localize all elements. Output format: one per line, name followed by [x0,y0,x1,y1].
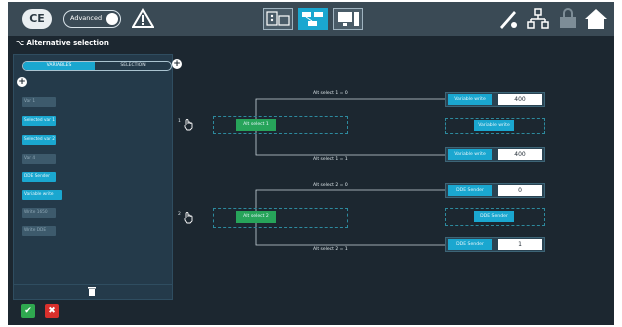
group-number: 2 [178,212,181,217]
alt-select-node[interactable]: Alt select 1 [236,119,276,131]
hand-pointer-icon [184,212,193,224]
confirm-button[interactable]: ✔ [21,304,35,318]
selector-slot [213,208,348,228]
target-variable[interactable]: DDE Sender [448,239,492,250]
hand-pointer-icon [184,119,193,131]
target-variable[interactable]: DDE Sender [448,185,492,196]
target-variable[interactable]: Variable write [448,149,492,160]
alt-select-node[interactable]: Alt select 2 [236,211,276,223]
target-variable[interactable]: Variable write [448,94,492,105]
selector-slot [213,116,348,134]
branch-label: Alt select 2 = 0 [313,183,348,188]
app-window: CE Advanced ⌥ Alternative selection VARI… [8,2,614,325]
assignment-row: Variable write 400 [445,147,545,162]
branch-label: Alt select 1 = 0 [313,91,348,96]
assignment-row: DDE Sender 0 [445,183,545,198]
branch-label: Alt select 1 = 1 [313,157,348,162]
connector-lines [255,98,445,246]
assignment-row: DDE Sender 1 [445,237,545,252]
value-input[interactable]: 1 [498,239,542,250]
cancel-button[interactable]: ✖ [45,304,59,318]
value-input[interactable]: 400 [498,149,542,160]
target-variable[interactable]: DDE Sender [474,211,514,222]
value-input[interactable]: 0 [498,185,542,196]
group-number: 1 [178,119,181,124]
branch-label: Alt select 2 = 1 [313,247,348,252]
assignment-row: Variable write 400 [445,92,545,107]
value-input[interactable]: 400 [498,94,542,105]
target-variable[interactable]: Variable write [474,120,514,131]
